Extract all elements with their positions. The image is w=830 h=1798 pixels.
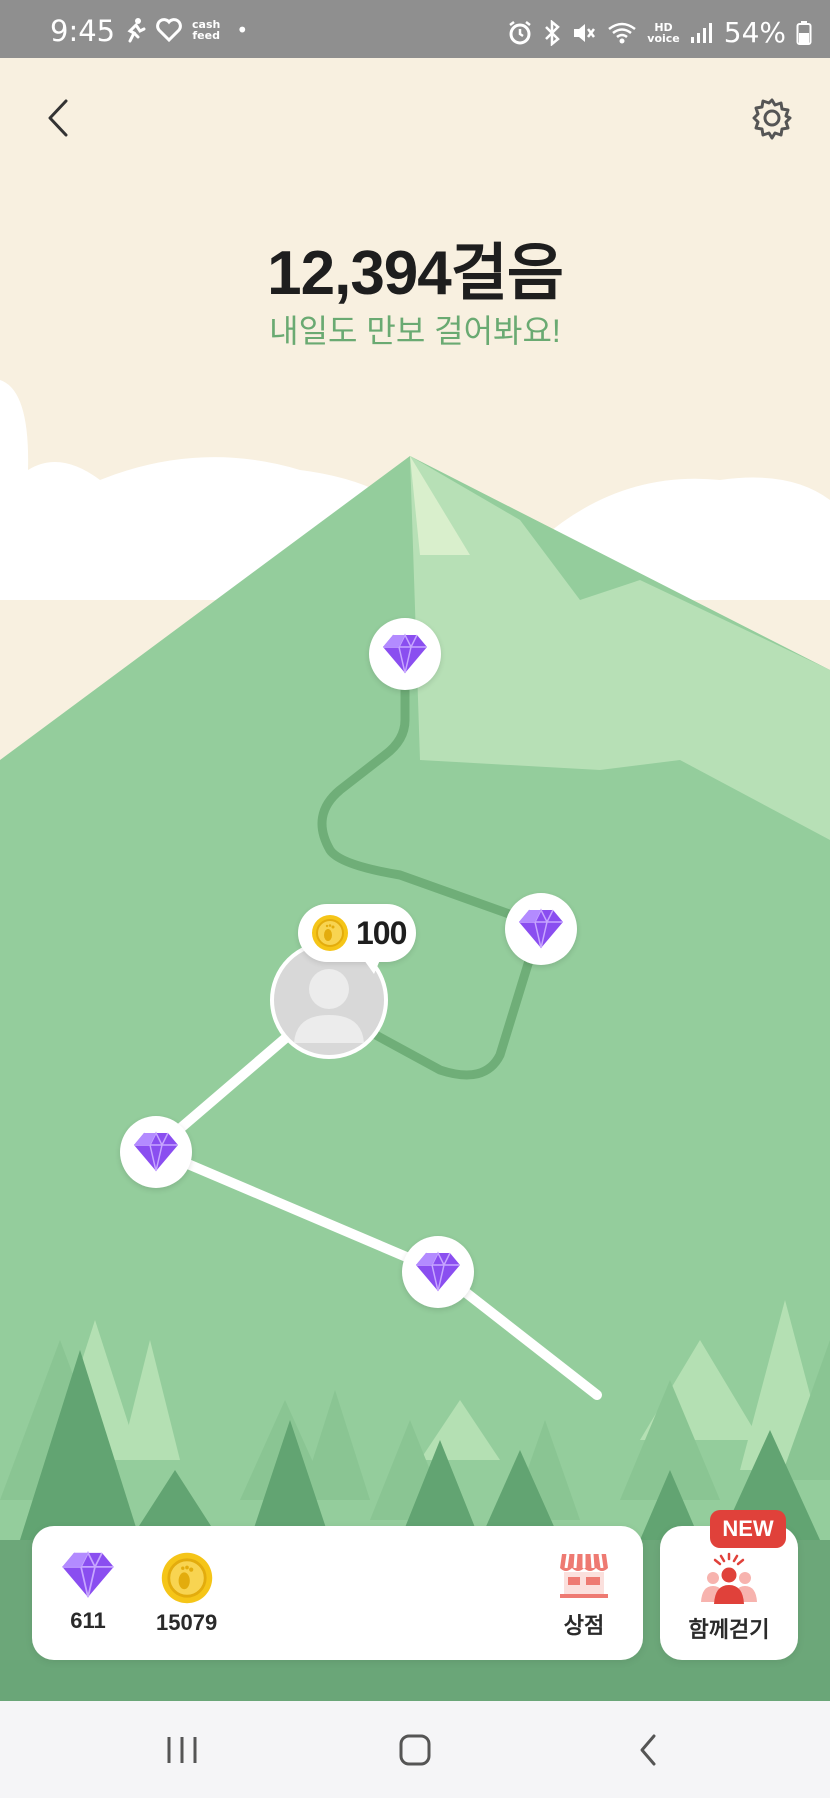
group-icon <box>701 1552 757 1604</box>
gem-balance[interactable]: 611 <box>60 1550 116 1634</box>
notification-dot: • <box>236 18 249 42</box>
heart-icon <box>156 18 182 42</box>
back-button[interactable] <box>36 92 80 144</box>
gem-icon <box>134 1131 178 1172</box>
gem-node-3[interactable] <box>120 1116 192 1188</box>
reward-bubble[interactable]: 100 <box>298 904 416 974</box>
store-icon <box>560 1553 608 1598</box>
cashfeed-icon: cash feed <box>192 18 221 42</box>
system-nav-bar <box>0 1701 830 1798</box>
gem-icon <box>416 1251 460 1292</box>
wallet-card: 611 15079 상점 <box>32 1526 643 1660</box>
home-icon <box>399 1734 431 1766</box>
gem-icon <box>383 633 427 674</box>
motivation-message: 내일도 만보 걸어봐요! <box>269 313 561 349</box>
battery-icon <box>796 20 812 45</box>
walk-together-label: 함께걷기 <box>688 1617 770 1642</box>
step-count: 12,394걸음 <box>267 239 564 308</box>
gem-node-1[interactable] <box>369 618 441 690</box>
gem-icon <box>519 908 563 949</box>
recents-icon <box>167 1737 197 1763</box>
nav-back-button[interactable] <box>618 1725 678 1775</box>
bluetooth-icon <box>545 19 561 46</box>
gear-icon <box>752 98 792 140</box>
reward-value: 100 <box>356 914 407 951</box>
home-button[interactable] <box>385 1725 445 1775</box>
back-icon <box>640 1734 656 1766</box>
runner-icon <box>127 18 146 43</box>
signal-icon <box>690 22 712 43</box>
shop-button[interactable]: 상점 <box>558 1550 610 1640</box>
alarm-icon <box>509 20 532 44</box>
wifi-icon <box>608 22 637 43</box>
gem-node-4[interactable] <box>402 1236 474 1308</box>
shop-label: 상점 <box>563 1613 605 1638</box>
new-badge: NEW <box>710 1510 786 1548</box>
gem-icon <box>62 1550 114 1598</box>
settings-button[interactable] <box>744 90 800 146</box>
chevron-left-icon <box>48 99 68 137</box>
coin-balance[interactable]: 15079 <box>156 1550 217 1636</box>
coin-icon <box>312 915 348 951</box>
coin-icon <box>161 1552 212 1604</box>
status-time: 9:45 <box>50 14 116 48</box>
gem-node-2[interactable] <box>505 893 577 965</box>
battery-percent: 54% <box>723 16 786 49</box>
gem-count: 611 <box>70 1608 106 1633</box>
recents-button[interactable] <box>152 1725 212 1775</box>
coin-count: 15079 <box>156 1610 218 1635</box>
mute-icon <box>574 23 596 42</box>
status-bar: 9:45 cash feed • HD voice 54% <box>0 0 830 58</box>
hd-voice-icon: HD voice <box>647 20 680 45</box>
